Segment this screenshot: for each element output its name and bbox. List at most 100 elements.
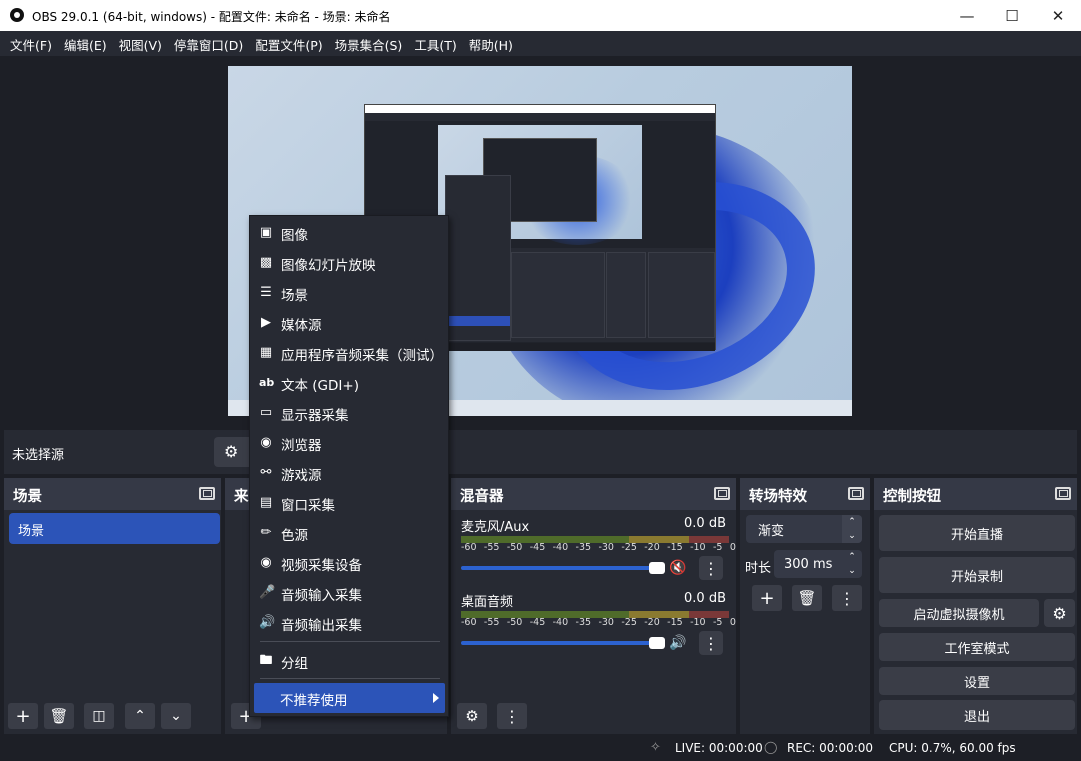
play-icon: ▶	[261, 315, 271, 330]
undock-icon[interactable]	[199, 487, 215, 500]
menu-item-audio-output[interactable]: 🔊 音频输出采集	[251, 608, 447, 638]
mic-channel-db: 0.0 dB	[684, 516, 726, 531]
menu-item-deprecated[interactable]: 不推荐使用	[254, 683, 445, 713]
menu-profile[interactable]: 配置文件(P)	[249, 31, 328, 56]
transition-menu-button[interactable]: ⋮	[832, 585, 862, 611]
controls-dock: 控制按钮 开始直播 开始录制 启动虚拟摄像机 ⚙ 工作室模式 设置 退出	[874, 478, 1077, 734]
desktop-channel-name: 桌面音频	[461, 595, 514, 610]
mixer-dock: 混音器 麦克风/Aux 0.0 dB -60 -55 -50 -45 -40 -35 -30…	[451, 478, 736, 734]
close-button[interactable]: ✕	[1035, 0, 1081, 31]
virtual-cam-button[interactable]: 启动虚拟摄像机	[879, 599, 1039, 627]
desktop-channel-db: 0.0 dB	[684, 591, 726, 606]
desktop-menu-button[interactable]: ⋮	[699, 631, 723, 655]
remove-scene-button[interactable]: 🗑	[44, 703, 74, 729]
minimize-button[interactable]: —	[944, 0, 990, 31]
undock-icon[interactable]	[848, 487, 864, 500]
add-scene-button[interactable]: +	[8, 703, 38, 729]
chevron-updown-icon: ⌃ ⌄	[842, 515, 862, 543]
mic-volume-handle[interactable]	[649, 562, 665, 574]
virtual-cam-settings-button[interactable]: ⚙	[1044, 599, 1075, 627]
menu-item-slideshow[interactable]: ▩ 图像幻灯片放映	[251, 248, 447, 278]
rec-icon: ◯	[764, 740, 778, 754]
scenes-title: 场景	[13, 489, 42, 505]
mixer-settings-button[interactable]: ⚙	[457, 703, 487, 729]
exit-button[interactable]: 退出	[879, 700, 1075, 730]
rec-timer: REC: 00:00:00	[787, 741, 874, 755]
cpu-fps: CPU: 0.7%, 60.00 fps	[889, 741, 1016, 755]
menu-file[interactable]: 文件(F)	[4, 31, 58, 56]
menu-help[interactable]: 帮助(H)	[463, 31, 519, 56]
folder-icon: 🖿	[259, 653, 273, 668]
mixer-menu-button[interactable]: ⋮	[497, 703, 527, 729]
move-scene-down-button[interactable]: ⌄	[161, 703, 191, 729]
scene-item-label: 场景	[18, 524, 45, 539]
menu-item-browser[interactable]: ◉ 浏览器	[251, 428, 447, 458]
list-icon: ☰	[260, 285, 272, 300]
add-transition-button[interactable]: +	[752, 585, 782, 611]
duration-value: 300 ms	[784, 556, 833, 572]
gear-icon: ⚙	[224, 442, 239, 461]
menu-view[interactable]: 视图(V)	[113, 31, 168, 56]
controls-title: 控制按钮	[883, 489, 941, 505]
studio-mode-button[interactable]: 工作室模式	[879, 633, 1075, 661]
app-audio-icon: ▦	[259, 345, 273, 360]
speaker-icon: 🔊	[259, 615, 276, 630]
menu-item-color[interactable]: ✏ 色源	[251, 518, 447, 548]
start-stream-button[interactable]: 开始直播	[879, 515, 1075, 551]
window-title: OBS 29.0.1 (64-bit, windows) - 配置文件: 未命名…	[32, 10, 391, 24]
transitions-title: 转场特效	[749, 489, 807, 505]
scene-item[interactable]: 场景	[9, 513, 220, 544]
menu-item-media[interactable]: ▶ 媒体源	[251, 308, 447, 338]
remove-transition-button[interactable]: 🗑	[792, 585, 822, 611]
mixer-title: 混音器	[460, 489, 504, 505]
add-source-menu: ▣ 图像 ▩ 图像幻灯片放映 ☰ 场景 ▶ 媒体源 ▦ 应用程序音频采集（测试） ab 文本…	[249, 215, 449, 717]
text-icon: ab	[259, 376, 275, 389]
menu-edit[interactable]: 编辑(E)	[58, 31, 113, 56]
camera-icon: ◉	[260, 555, 272, 570]
desktop-volume-handle[interactable]	[649, 637, 665, 649]
menu-item-audio-input[interactable]: 🎤 音频输入采集	[251, 578, 447, 608]
desktop-volume-slider[interactable]	[461, 637, 665, 649]
undock-icon[interactable]	[714, 487, 730, 500]
globe-icon: ◉	[260, 435, 272, 450]
menu-item-window-capture[interactable]: ▤ 窗口采集	[251, 488, 447, 518]
sources-title: 来	[234, 489, 249, 505]
settings-button[interactable]: 设置	[879, 667, 1075, 695]
speaker-icon[interactable]: 🔊	[669, 636, 686, 650]
desktop-db-scale: -60 -55 -50 -45 -40 -35 -30 -25 -20 -15 -10 -5 0	[461, 617, 736, 628]
menu-item-text[interactable]: ab 文本 (GDI+)	[251, 368, 447, 398]
gear-icon: ⚙	[1052, 603, 1067, 623]
properties-button[interactable]: ⚙	[214, 437, 254, 467]
menu-separator	[260, 641, 440, 642]
menu-scene-collection[interactable]: 场景集合(S)	[329, 31, 409, 56]
gamepad-icon: ⚯	[260, 465, 272, 480]
menu-docks[interactable]: 停靠窗口(D)	[168, 31, 249, 56]
mic-volume-slider[interactable]	[461, 562, 665, 574]
menu-item-game[interactable]: ⚯ 游戏源	[251, 458, 447, 488]
mic-channel-name: 麦克风/Aux	[461, 520, 530, 535]
menu-item-scene[interactable]: ☰ 场景	[251, 278, 447, 308]
muted-speaker-icon[interactable]: 🔇	[669, 561, 686, 575]
obs-logo-icon	[10, 8, 24, 22]
menu-separator	[260, 678, 440, 679]
monitor-icon: ▭	[259, 405, 273, 420]
maximize-button[interactable]: ☐	[989, 0, 1035, 31]
transition-select-value: 渐变	[758, 523, 785, 539]
mic-menu-button[interactable]: ⋮	[699, 556, 723, 580]
scene-filters-button[interactable]: ◫	[84, 703, 114, 729]
menu-item-app-audio[interactable]: ▦ 应用程序音频采集（测试）	[251, 338, 447, 368]
menu-item-group[interactable]: 🖿 分组	[251, 646, 447, 676]
menu-item-image[interactable]: ▣ 图像	[251, 218, 447, 248]
captured-context-menu	[445, 175, 511, 341]
start-record-button[interactable]: 开始录制	[879, 557, 1075, 593]
menu-bar: 文件(F) 编辑(E) 视图(V) 停靠窗口(D) 配置文件(P) 场景集合(S…	[0, 31, 1081, 56]
move-scene-up-button[interactable]: ⌃	[125, 703, 155, 729]
undock-icon[interactable]	[1055, 487, 1071, 500]
menu-item-video-capture[interactable]: ◉ 视频采集设备	[251, 548, 447, 578]
transition-select[interactable]: 渐变 ⌃ ⌄	[746, 515, 862, 543]
menu-tools[interactable]: 工具(T)	[408, 31, 462, 56]
spin-arrows-icon[interactable]: ⌃ ⌄	[842, 550, 862, 578]
source-toolbar: 未选择源 ⚙	[4, 430, 1077, 474]
duration-spinbox[interactable]: 300 ms ⌃ ⌄	[774, 550, 862, 578]
menu-item-display-capture[interactable]: ▭ 显示器采集	[251, 398, 447, 428]
